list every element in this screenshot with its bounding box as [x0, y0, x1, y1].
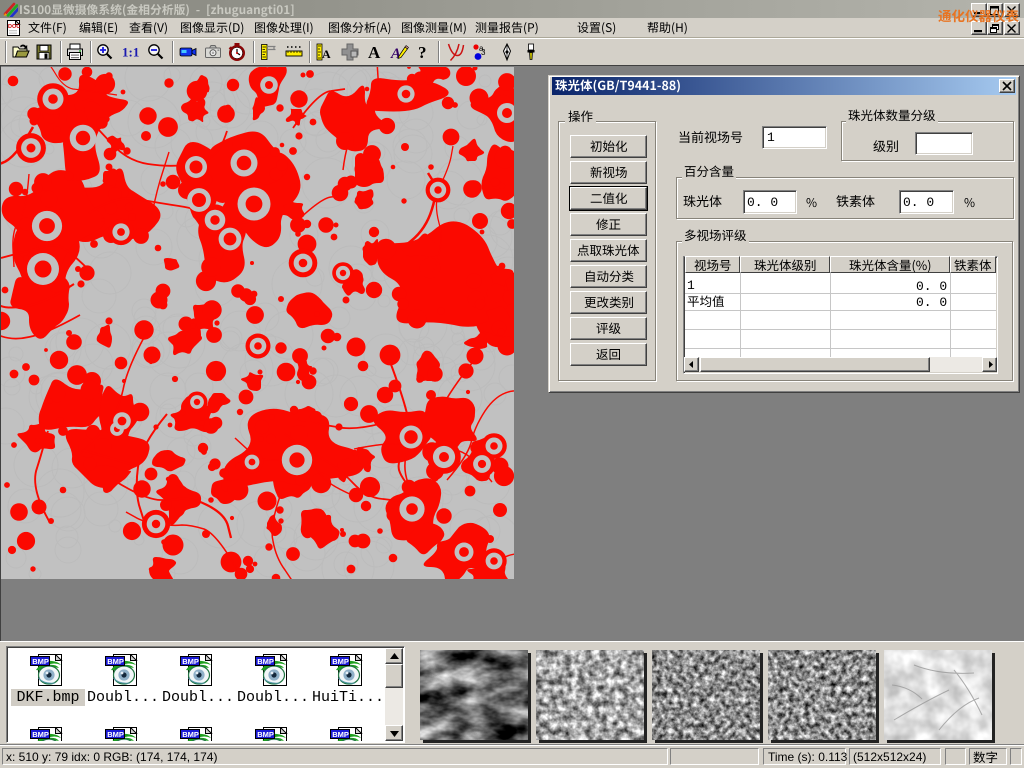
svg-text:BMP: BMP: [32, 657, 49, 666]
svg-text:BMP: BMP: [257, 730, 274, 739]
svg-text:?: ?: [418, 43, 427, 62]
svg-text:BMP: BMP: [107, 657, 124, 666]
svg-text:DOC: DOC: [8, 24, 20, 30]
svg-text:BMP: BMP: [332, 730, 349, 739]
svg-text:BMP: BMP: [182, 657, 199, 666]
svg-text:A: A: [368, 43, 381, 62]
svg-text:A: A: [322, 47, 331, 61]
svg-text:BMP: BMP: [107, 730, 124, 739]
svg-text:BMP: BMP: [257, 657, 274, 666]
svg-text:1:1: 1:1: [122, 45, 139, 60]
svg-text:3: 3: [481, 48, 486, 57]
svg-text:BMP: BMP: [332, 657, 349, 666]
svg-text:BMP: BMP: [32, 730, 49, 739]
svg-text:BMP: BMP: [182, 730, 199, 739]
svg-text:A: A: [390, 46, 401, 62]
